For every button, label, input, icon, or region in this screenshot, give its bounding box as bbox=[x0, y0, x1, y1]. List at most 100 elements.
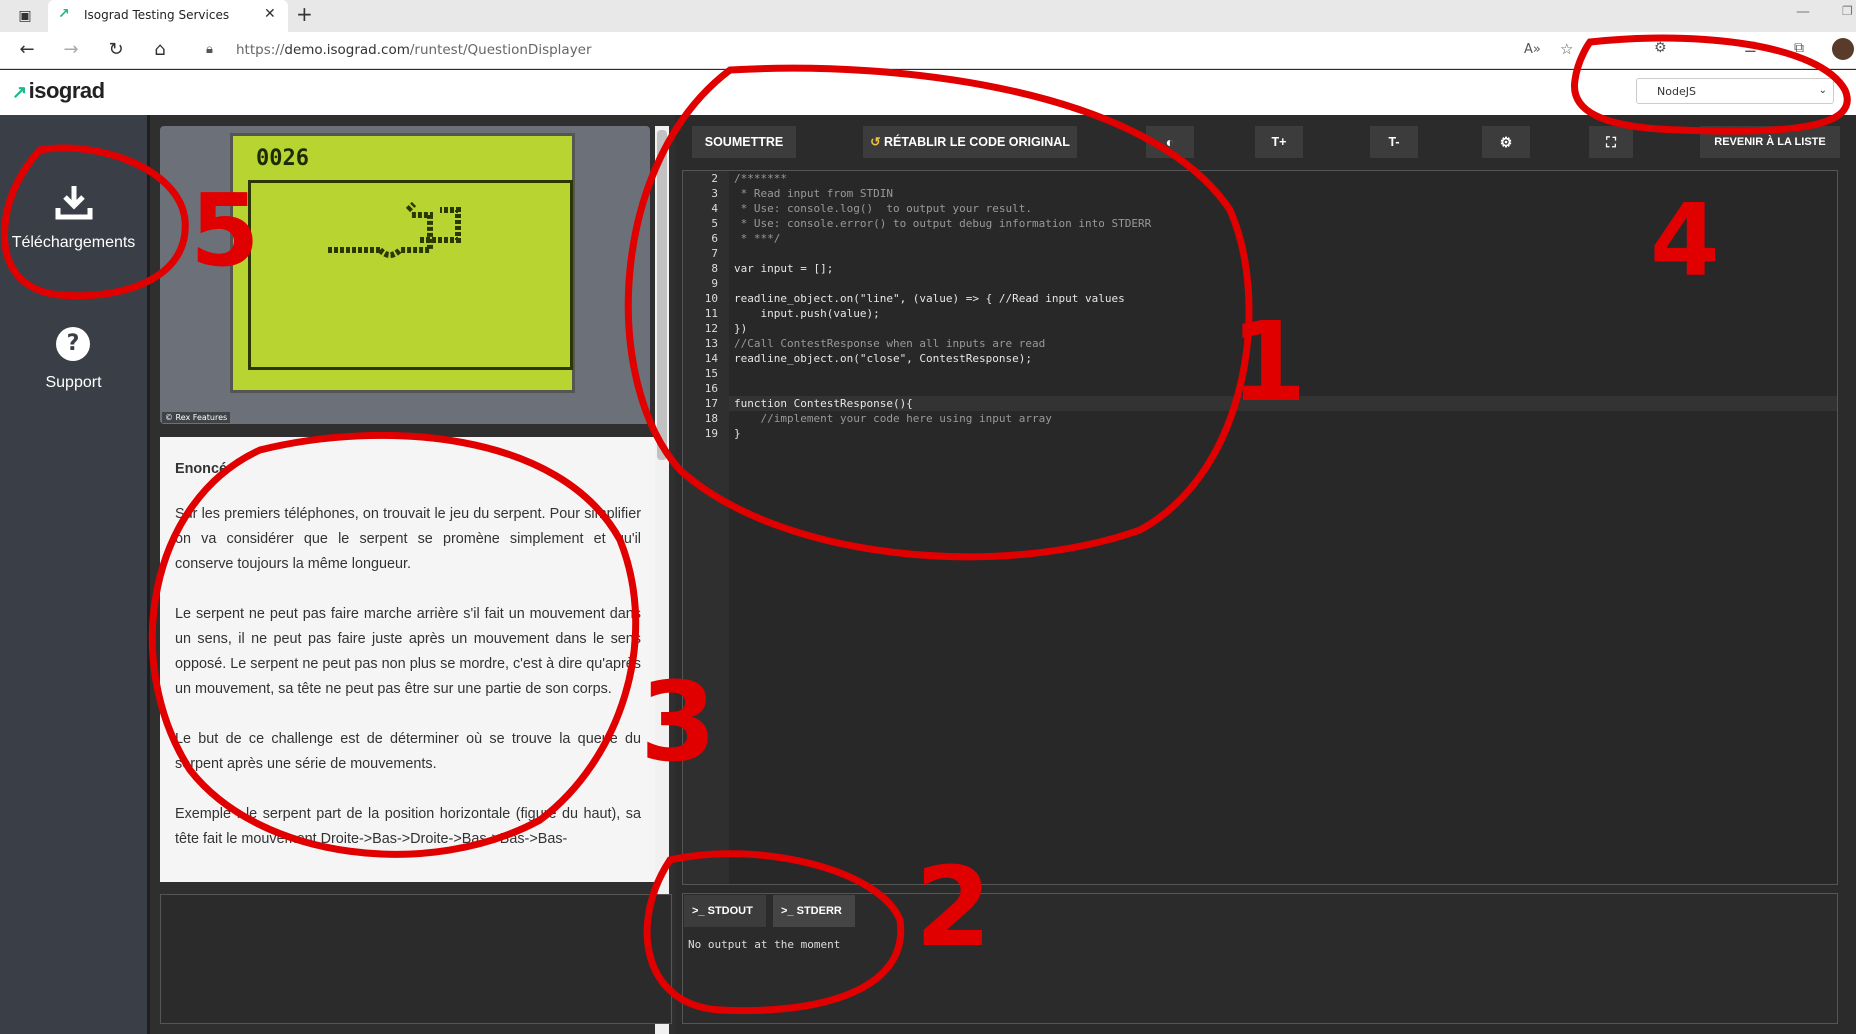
console-panel bbox=[682, 893, 1838, 1024]
help-icon: ? bbox=[56, 327, 90, 361]
logo-mark-icon: ↗ bbox=[12, 82, 27, 102]
tab-stderr[interactable]: >_ STDERR bbox=[773, 895, 855, 927]
line-number: 9 bbox=[711, 277, 718, 290]
font-decrease-label: T- bbox=[1388, 135, 1400, 149]
home-icon[interactable]: ⌂ bbox=[147, 37, 173, 63]
code-line[interactable]: * Use: console.error() to output debug i… bbox=[734, 217, 1152, 230]
line-number: 14 bbox=[704, 352, 718, 365]
line-number: 16 bbox=[704, 382, 718, 395]
url-path: /runtest/QuestionDisplayer bbox=[409, 42, 592, 58]
line-number: 6 bbox=[711, 232, 718, 245]
url-host: demo.isograd.com bbox=[284, 42, 410, 58]
problem-statement: Enoncé Sur les premiers téléphones, on t… bbox=[160, 437, 655, 882]
image-credit: © Rex Features bbox=[162, 412, 231, 423]
url-prefix: https:// bbox=[236, 42, 285, 58]
language-select-value: NodeJS bbox=[1657, 85, 1696, 98]
code-line[interactable]: var input = []; bbox=[734, 262, 833, 275]
left-output-panel bbox=[160, 894, 672, 1024]
settings-button[interactable]: ⚙ bbox=[1482, 126, 1530, 158]
console-output: No output at the moment bbox=[688, 938, 841, 951]
game-score: 0026 bbox=[256, 146, 309, 171]
code-line[interactable]: //Call ContestResponse when all inputs a… bbox=[734, 337, 1045, 350]
line-number: 15 bbox=[704, 367, 718, 380]
downloads-browser-icon[interactable]: ⧉ bbox=[1794, 40, 1804, 56]
tab-actions-icon[interactable]: ▣ bbox=[12, 3, 38, 29]
statement-heading: Enoncé bbox=[175, 461, 227, 477]
back-icon[interactable]: ← bbox=[14, 37, 40, 63]
tab-stderr-label: STDERR bbox=[796, 905, 842, 917]
sidebar-item-label: Téléchargements bbox=[11, 234, 136, 251]
undo-icon: ↺ bbox=[870, 135, 881, 149]
tab-title: Isograd Testing Services bbox=[84, 8, 230, 22]
font-increase-label: T+ bbox=[1271, 135, 1287, 149]
new-tab-icon[interactable]: + bbox=[296, 2, 313, 26]
line-number: 18 bbox=[704, 412, 718, 425]
reload-icon[interactable]: ↻ bbox=[103, 37, 129, 63]
snake-icon bbox=[328, 201, 461, 258]
gear-icon: ⚙ bbox=[1499, 134, 1513, 150]
font-increase-button[interactable]: T+ bbox=[1255, 126, 1303, 158]
line-number: 4 bbox=[711, 202, 718, 215]
code-line[interactable]: /******* bbox=[734, 172, 787, 185]
chevron-down-icon: ⌄ bbox=[1818, 85, 1827, 96]
terminal-icon: >_ bbox=[692, 905, 705, 917]
line-number: 8 bbox=[711, 262, 718, 275]
statement-paragraph: Le but de ce challenge est de déterminer… bbox=[175, 731, 641, 772]
code-line[interactable]: readline_object.on("close", ContestRespo… bbox=[734, 352, 1032, 365]
sidebar-item-downloads[interactable]: Téléchargements bbox=[0, 178, 147, 278]
line-number: 7 bbox=[711, 247, 718, 260]
line-number: 17 bbox=[704, 397, 718, 410]
back-to-list-button[interactable]: REVENIR À LA LISTE bbox=[1700, 126, 1840, 158]
code-line[interactable]: } bbox=[734, 427, 741, 440]
statement-paragraph: Exemple : le serpent part de la position… bbox=[175, 806, 641, 847]
sidebar-item-support[interactable]: ? Support bbox=[0, 324, 147, 404]
line-number: 12 bbox=[704, 322, 718, 335]
isograd-logo[interactable]: ↗isograd bbox=[12, 78, 105, 104]
language-select[interactable]: NodeJS ⌄ bbox=[1636, 78, 1834, 104]
code-line[interactable]: function ContestResponse(){ bbox=[734, 397, 913, 410]
fullscreen-button[interactable]: ⛶ bbox=[1589, 126, 1633, 158]
forward-icon[interactable]: → bbox=[58, 37, 84, 63]
line-number: 13 bbox=[704, 337, 718, 350]
reset-code-label: RÉTABLIR LE CODE ORIGINAL bbox=[884, 135, 1070, 149]
download-icon bbox=[55, 186, 93, 220]
sidebar-item-label: Support bbox=[45, 374, 102, 391]
code-line[interactable]: //implement your code here using input a… bbox=[734, 412, 1051, 425]
statement-paragraph: Sur les premiers téléphones, on trouvait… bbox=[175, 506, 641, 572]
question-scroll-thumb[interactable] bbox=[657, 130, 667, 460]
terminal-icon: >_ bbox=[781, 905, 794, 917]
tab-stdout[interactable]: >_ STDOUT bbox=[684, 895, 766, 927]
extensions-icon[interactable]: ⚙ bbox=[1654, 40, 1667, 56]
close-tab-icon[interactable]: ✕ bbox=[264, 6, 276, 22]
statement-paragraph: Le serpent ne peut pas faire marche arri… bbox=[175, 606, 641, 697]
line-number: 11 bbox=[704, 307, 718, 320]
code-line[interactable]: * ***/ bbox=[734, 232, 781, 245]
line-number: 2 bbox=[711, 172, 718, 185]
reset-code-button[interactable]: ↺ RÉTABLIR LE CODE ORIGINAL bbox=[863, 126, 1077, 158]
contrast-toggle-button[interactable]: ◐ bbox=[1146, 126, 1194, 158]
code-line[interactable]: input.push(value); bbox=[734, 307, 879, 320]
code-line[interactable]: }) bbox=[734, 322, 747, 335]
collections-icon[interactable]: ☰ bbox=[1744, 40, 1757, 56]
code-editor[interactable] bbox=[682, 170, 1838, 885]
read-aloud-icon[interactable]: A» bbox=[1524, 42, 1541, 57]
favorite-icon[interactable]: ☆ bbox=[1560, 40, 1573, 58]
profile-avatar[interactable] bbox=[1832, 38, 1854, 60]
line-number: 10 bbox=[704, 292, 718, 305]
lock-icon[interactable]: 🔒︎ bbox=[206, 42, 213, 57]
restore-icon[interactable]: ❐ bbox=[1842, 4, 1853, 18]
isograd-favicon-icon: ↗ bbox=[58, 6, 70, 22]
code-line[interactable]: * Read input from STDIN bbox=[734, 187, 893, 200]
submit-button[interactable]: SOUMETTRE bbox=[692, 126, 796, 158]
tab-stdout-label: STDOUT bbox=[707, 905, 753, 917]
line-number: 5 bbox=[711, 217, 718, 230]
app-header bbox=[0, 70, 1856, 115]
code-line[interactable]: readline_object.on("line", (value) => { … bbox=[734, 292, 1125, 305]
line-number: 19 bbox=[704, 427, 718, 440]
line-number: 3 bbox=[711, 187, 718, 200]
code-line[interactable]: * Use: console.log() to output your resu… bbox=[734, 202, 1032, 215]
minimize-icon[interactable]: — bbox=[1796, 4, 1810, 20]
url-field[interactable]: https://demo.isograd.com/runtest/Questio… bbox=[236, 42, 592, 58]
font-decrease-button[interactable]: T- bbox=[1370, 126, 1418, 158]
logo-text: isograd bbox=[28, 78, 105, 103]
